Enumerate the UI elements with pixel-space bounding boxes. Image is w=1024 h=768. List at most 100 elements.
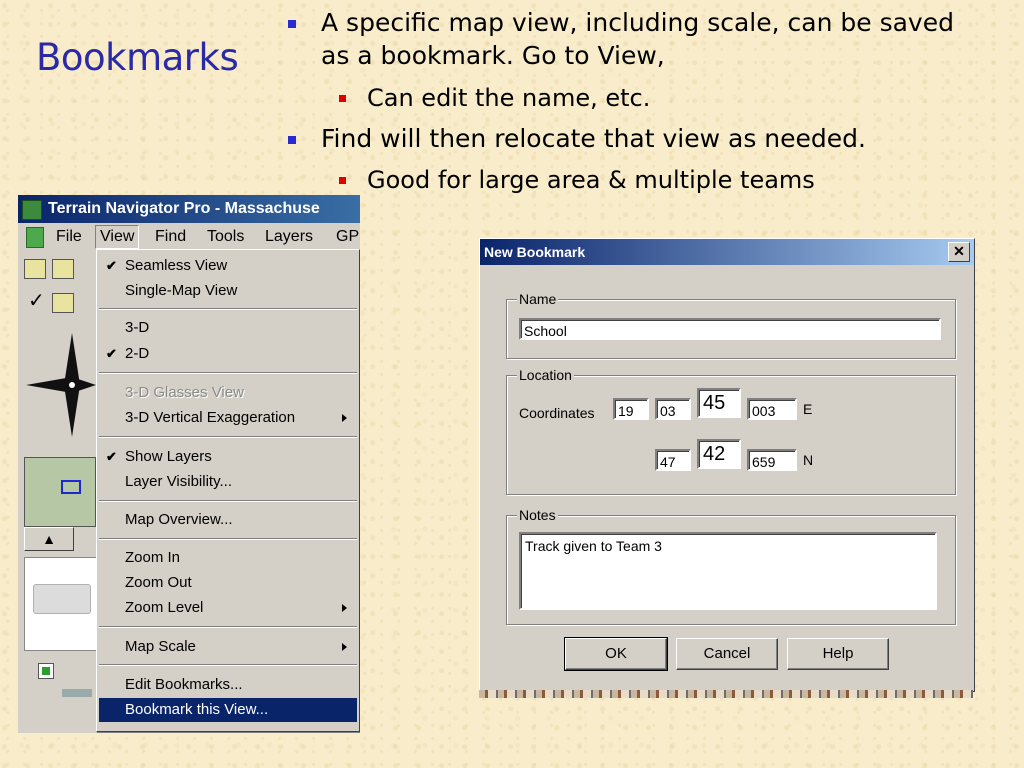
group-label: Notes [517, 506, 558, 524]
submenu-arrow-icon [342, 604, 347, 612]
name-input[interactable]: School [519, 318, 941, 340]
bullet-item: Find will then relocate that view as nee… [288, 122, 971, 155]
menu-item-3d-glasses-view: 3-D Glasses View [99, 381, 357, 405]
menu-gps[interactable]: GPS [332, 223, 360, 251]
menu-item-label: 3-D [125, 319, 150, 336]
bullet-subitem: Can edit the name, etc. [339, 82, 651, 114]
menu-bar: File View Find Tools Layers GPS [18, 223, 360, 251]
map-background-strip [479, 690, 973, 698]
menu-find[interactable]: Find [151, 223, 190, 251]
menu-separator [99, 626, 357, 628]
menu-item-edit-bookmarks[interactable]: Edit Bookmarks... [99, 673, 357, 697]
notes-group: Notes Track given to Team 3 [506, 506, 956, 625]
menu-item-label: 3-D Glasses View [125, 384, 244, 401]
ok-button[interactable]: OK [564, 637, 668, 671]
menu-item-label: 3-D Vertical Exaggeration [125, 409, 296, 426]
menu-item-label: 2-D [125, 345, 150, 362]
open-folder-icon[interactable] [24, 259, 46, 279]
menu-item-zoom-in[interactable]: Zoom In [99, 546, 357, 570]
layers-icon[interactable] [52, 293, 74, 313]
menu-item-label: Single-Map View [125, 282, 238, 299]
close-button[interactable]: ✕ [948, 242, 970, 262]
bullet-square-icon [288, 20, 296, 28]
name-group: Name School [506, 290, 956, 359]
menu-separator [99, 308, 357, 310]
notes-textarea[interactable]: Track given to Team 3 [519, 532, 937, 610]
coord-degrees-input[interactable]: 19 [613, 398, 649, 420]
view-menu-dropdown: ✔ Seamless View Single-Map View 3-D ✔ 2-… [96, 249, 360, 732]
menu-item-label: Edit Bookmarks... [125, 676, 243, 693]
dialog-titlebar[interactable]: New Bookmark ✕ [480, 239, 974, 265]
bullet-square-icon [339, 95, 346, 102]
layers-icon[interactable] [52, 259, 74, 279]
menu-item-bookmark-this-view[interactable]: Bookmark this View... [99, 698, 357, 722]
menu-item-label: Show Layers [125, 448, 212, 465]
menu-item-3d[interactable]: 3-D [99, 316, 357, 340]
menu-item-map-overview[interactable]: Map Overview... [99, 508, 357, 532]
terrain-navigator-window: Terrain Navigator Pro - Massachuse File … [18, 195, 360, 733]
coord-minutes-input[interactable]: 03 [655, 398, 691, 420]
bullet-text: Find will then relocate that view as nee… [321, 124, 866, 153]
menu-item-label: Zoom In [125, 549, 181, 566]
close-icon: ✕ [953, 243, 965, 259]
view-rectangle[interactable] [61, 480, 81, 494]
window-titlebar[interactable]: Terrain Navigator Pro - Massachuse [18, 195, 360, 223]
help-button[interactable]: Help [787, 638, 889, 670]
compass-rose-icon [26, 333, 96, 437]
coord-decimal-input[interactable]: 659 [747, 449, 797, 471]
menu-item-map-scale[interactable]: Map Scale [99, 635, 357, 659]
menu-file[interactable]: File [52, 223, 86, 251]
bullet-text: Can edit the name, etc. [367, 84, 651, 112]
direction-north-label: N [803, 452, 814, 468]
bullet-square-icon [339, 177, 346, 184]
bullet-square-icon [288, 136, 296, 144]
document-icon[interactable] [26, 227, 44, 248]
menu-separator [99, 538, 357, 540]
menu-item-layer-visibility[interactable]: Layer Visibility... [99, 470, 357, 494]
menu-view[interactable]: View [95, 225, 140, 249]
menu-separator [99, 436, 357, 438]
coord-seconds-input[interactable]: 45 [697, 388, 741, 418]
cancel-button[interactable]: Cancel [676, 638, 778, 670]
new-bookmark-dialog: New Bookmark ✕ Name School Location Coor… [479, 238, 975, 692]
bullet-subitem: Good for large area & multiple teams [339, 164, 815, 196]
menu-separator [99, 372, 357, 374]
check-icon: ✔ [106, 258, 117, 273]
bullet-item: A specific map view, including scale, ca… [288, 6, 971, 72]
scale-control[interactable] [62, 689, 92, 697]
overview-minimap[interactable] [24, 457, 96, 527]
menu-item-3d-vertical-exaggeration[interactable]: 3-D Vertical Exaggeration [99, 406, 357, 430]
menu-item-seamless-view[interactable]: ✔ Seamless View [99, 254, 357, 278]
check-icon: ✔ [106, 449, 117, 464]
check-icon: ✔ [106, 346, 117, 361]
menu-item-zoom-level[interactable]: Zoom Level [99, 596, 357, 620]
menu-tools[interactable]: Tools [203, 223, 248, 251]
location-group: Location Coordinates 19 03 45 003 E 47 4… [506, 366, 956, 495]
coord-decimal-input[interactable]: 003 [747, 398, 797, 420]
group-label: Location [517, 366, 574, 384]
menu-item-label: Map Scale [125, 638, 196, 655]
menu-item-label: Map Overview... [125, 511, 233, 528]
up-arrow-button[interactable]: ▲ [24, 527, 74, 551]
dialog-title: New Bookmark [484, 244, 586, 260]
menu-item-show-layers[interactable]: ✔ Show Layers [99, 445, 357, 469]
bullet-text-line: as a bookmark. Go to View, [321, 41, 665, 70]
menu-item-label: Seamless View [125, 257, 228, 274]
checkmark-icon[interactable]: ✓ [28, 291, 45, 311]
bullet-text: Good for large area & multiple teams [367, 166, 815, 194]
submenu-arrow-icon [342, 414, 347, 422]
submenu-arrow-icon [342, 643, 347, 651]
coordinates-label: Coordinates [519, 405, 595, 421]
overview-panel [24, 557, 98, 651]
coord-seconds-input[interactable]: 42 [697, 439, 741, 469]
state-outline [33, 584, 91, 614]
menu-item-2d[interactable]: ✔ 2-D [99, 342, 357, 366]
menu-layers[interactable]: Layers [261, 223, 317, 251]
slide-title: Bookmarks [36, 36, 239, 79]
coord-minutes-input[interactable]: 47 [655, 449, 691, 471]
status-indicator-icon[interactable] [38, 663, 54, 679]
menu-item-single-map-view[interactable]: Single-Map View [99, 279, 357, 303]
direction-east-label: E [803, 401, 813, 417]
menu-separator [99, 500, 357, 502]
menu-item-zoom-out[interactable]: Zoom Out [99, 571, 357, 595]
